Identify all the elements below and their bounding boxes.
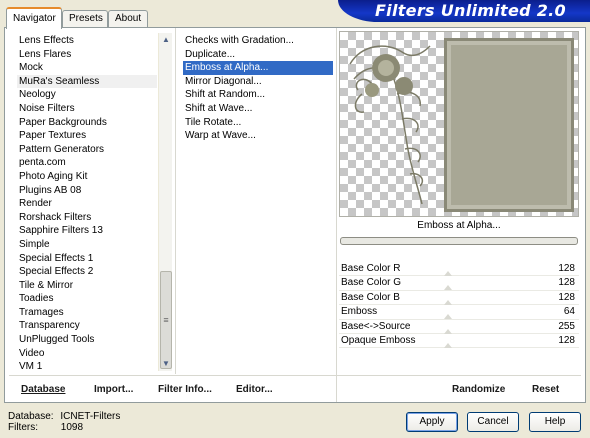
tab-navigator[interactable]: Navigator xyxy=(6,7,62,29)
scroll-thumb[interactable]: ≡ xyxy=(160,271,172,369)
parameter-value[interactable]: 128 xyxy=(558,262,575,276)
ornament-image xyxy=(349,45,431,205)
divider xyxy=(336,375,337,402)
navigator-panel: Lens Effects Lens Flares Mock MuRa's Seamle… xyxy=(4,27,586,403)
category-item[interactable]: UnPlugged Tools xyxy=(17,333,157,347)
filter-item[interactable]: Checks with Gradation... xyxy=(183,34,333,48)
parameter-slider-marker[interactable] xyxy=(444,328,452,334)
category-item[interactable]: penta.com xyxy=(17,156,157,170)
parameter-value[interactable]: 128 xyxy=(558,291,575,305)
filter-item[interactable]: Mirror Diagonal... xyxy=(183,75,333,89)
divider xyxy=(336,28,337,402)
parameter-name: Base<->Source xyxy=(341,320,411,332)
parameter-list: Base Color R 128 Base Color G 128 Base Color… xyxy=(339,262,579,349)
category-item[interactable]: Sapphire Filters 13 xyxy=(17,224,157,238)
category-item[interactable]: Paper Backgrounds xyxy=(17,116,157,130)
category-item[interactable]: Noise Filters xyxy=(17,102,157,116)
category-item[interactable]: Rorshack Filters xyxy=(17,211,157,225)
category-item[interactable]: Mock xyxy=(17,61,157,75)
category-item[interactable]: Simple xyxy=(17,238,157,252)
editor-button[interactable]: Editor... xyxy=(236,384,273,395)
import-button[interactable]: Import... xyxy=(94,384,133,395)
parameter-name: Base Color G xyxy=(341,277,402,289)
tab-about[interactable]: About xyxy=(108,10,148,28)
filters-value: 1098 xyxy=(60,422,84,433)
preview-filter-name: Emboss at Alpha... xyxy=(417,220,501,231)
parameter-name: Base Color B xyxy=(341,291,400,303)
category-item[interactable]: Paper Textures xyxy=(17,129,157,143)
category-item[interactable]: Special Effects 2 xyxy=(17,265,157,279)
parameter-row[interactable]: Base Color R 128 xyxy=(339,262,579,277)
banner: Filters Unlimited 2.0 xyxy=(338,0,590,22)
parameter-slider-marker[interactable] xyxy=(444,271,452,276)
divider xyxy=(175,28,176,374)
preview-frame xyxy=(444,38,574,212)
filter-item[interactable]: Duplicate... xyxy=(183,48,333,62)
reset-button[interactable]: Reset xyxy=(532,384,559,395)
progress-bar xyxy=(340,237,578,245)
database-button[interactable]: Database xyxy=(21,384,65,395)
parameter-row[interactable]: Base Color G 128 xyxy=(339,276,579,291)
category-item[interactable]: Photo Aging Kit xyxy=(17,170,157,184)
parameter-row[interactable]: Base<->Source 255 xyxy=(339,320,579,334)
filter-item[interactable]: Shift at Wave... xyxy=(183,102,333,116)
category-item[interactable]: Video xyxy=(17,347,157,361)
scroll-down-icon[interactable]: ▼ xyxy=(159,357,173,371)
parameter-row[interactable]: Base Color B 128 xyxy=(339,291,579,306)
filter-item[interactable]: Warp at Wave... xyxy=(183,129,333,143)
filters-label: Filters: xyxy=(8,422,38,433)
filter-info-button[interactable]: Filter Info... xyxy=(158,384,212,395)
parameter-name: Base Color R xyxy=(341,263,401,274)
preview-pane[interactable] xyxy=(339,31,579,217)
parameter-slider-marker[interactable] xyxy=(444,299,452,305)
parameter-name: Opaque Emboss xyxy=(341,334,416,346)
status-database: Database: ICNET-Filters xyxy=(8,411,120,422)
parameter-row[interactable]: Opaque Emboss 128 xyxy=(339,334,579,349)
category-item[interactable]: Pattern Generators xyxy=(17,143,157,157)
category-item[interactable]: MuRa's Seamless xyxy=(17,74,157,89)
category-scrollbar[interactable]: ▲ ≡ ▼ xyxy=(158,33,172,371)
category-list[interactable]: Lens Effects Lens Flares Mock MuRa's Seamle… xyxy=(17,34,157,372)
banner-title: Filters Unlimited 2.0 xyxy=(374,1,566,20)
parameter-value[interactable]: 128 xyxy=(558,334,575,348)
category-item[interactable]: Transparency xyxy=(17,319,157,333)
filter-item[interactable]: Tile Rotate... xyxy=(183,116,333,130)
category-item[interactable]: Lens Effects xyxy=(17,34,157,48)
category-item[interactable]: Toadies xyxy=(17,292,157,306)
database-label: Database: xyxy=(8,411,54,422)
category-item[interactable]: Plugins AB 08 xyxy=(17,184,157,198)
category-item[interactable]: Tramages xyxy=(17,306,157,320)
cancel-button[interactable]: Cancel xyxy=(467,412,519,432)
tab-presets[interactable]: Presets xyxy=(62,10,108,28)
category-item[interactable]: Tile & Mirror xyxy=(17,279,157,293)
parameter-slider-marker[interactable] xyxy=(444,314,452,320)
parameter-value[interactable]: 255 xyxy=(558,320,575,334)
tab-strip: Navigator Presets About xyxy=(4,4,334,29)
randomize-button[interactable]: Randomize xyxy=(452,384,505,395)
category-item[interactable]: Special Effects 1 xyxy=(17,252,157,266)
category-item[interactable]: Lens Flares xyxy=(17,48,157,62)
category-item[interactable]: Neology xyxy=(17,88,157,102)
help-button[interactable]: Help xyxy=(529,412,581,432)
status-filters: Filters: 1098 xyxy=(8,422,83,433)
parameter-value[interactable]: 64 xyxy=(564,305,575,319)
parameter-slider-marker[interactable] xyxy=(444,285,452,291)
filter-item[interactable]: Emboss at Alpha... xyxy=(183,61,333,75)
filter-item[interactable]: Shift at Random... xyxy=(183,88,333,102)
category-item[interactable]: Render xyxy=(17,197,157,211)
database-label: Database xyxy=(21,384,66,395)
apply-button[interactable]: Apply xyxy=(406,412,458,432)
parameter-row[interactable]: Emboss 64 xyxy=(339,305,579,320)
category-item[interactable]: VM 1 xyxy=(17,360,157,372)
parameter-name: Emboss xyxy=(341,306,378,318)
scroll-up-icon[interactable]: ▲ xyxy=(159,33,173,47)
filter-list[interactable]: Checks with Gradation... Duplicate... Embo… xyxy=(183,34,333,372)
database-value: ICNET-Filters xyxy=(60,411,121,422)
parameter-slider-marker[interactable] xyxy=(444,342,452,348)
parameter-value[interactable]: 128 xyxy=(558,276,575,290)
